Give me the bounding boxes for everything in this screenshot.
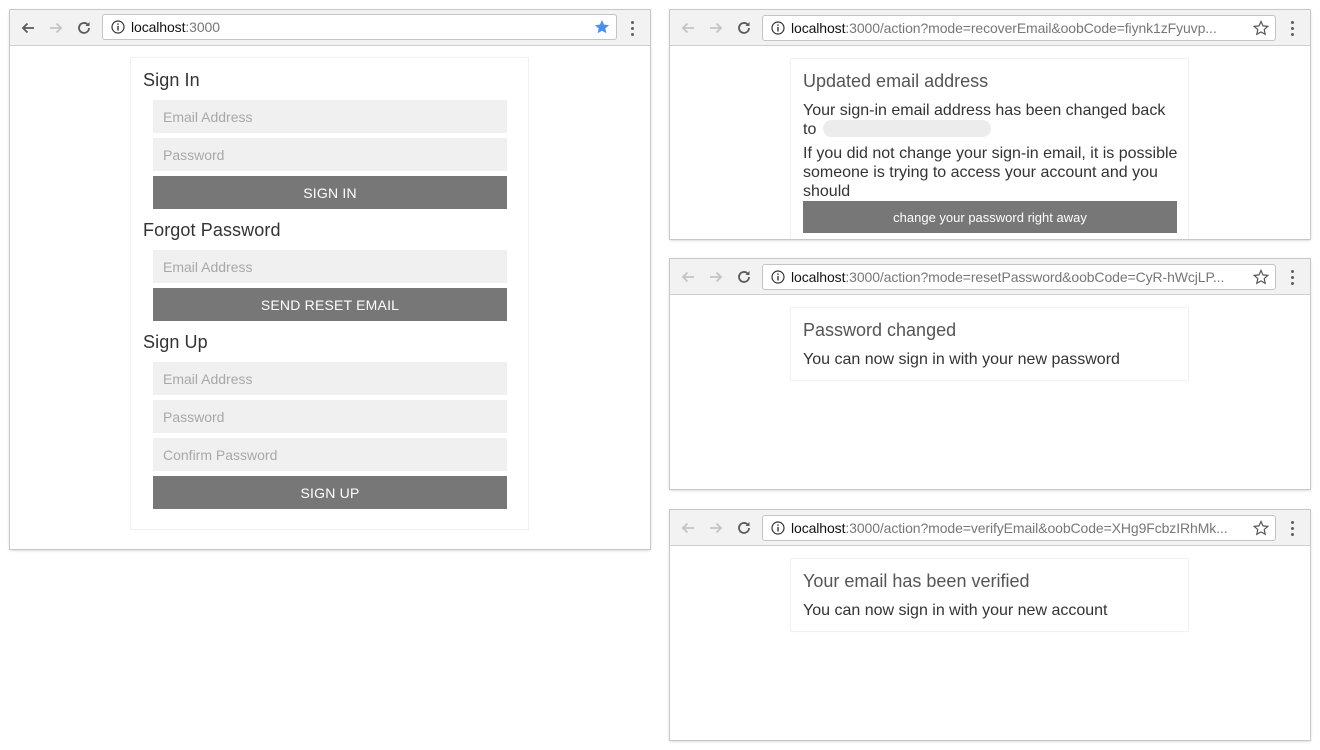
back-button[interactable] bbox=[674, 514, 702, 542]
info-icon[interactable] bbox=[771, 21, 785, 35]
url-text: localhost:3000 bbox=[131, 19, 220, 35]
message-body: You can now sign in with your new passwo… bbox=[803, 351, 1120, 368]
forward-button[interactable] bbox=[702, 14, 730, 42]
arrow-right-icon bbox=[710, 522, 723, 533]
auth-card: Sign In SIGN IN Forgot Password SEND RES… bbox=[131, 58, 528, 529]
browser-window-verify-email: localhost:3000/action?mode=verifyEmail&o… bbox=[670, 510, 1310, 740]
url-mode-highlight: mode=resetPassword bbox=[928, 269, 1063, 285]
reload-icon bbox=[738, 521, 750, 534]
forgot-password-title: Forgot Password bbox=[143, 220, 281, 240]
url-text: localhost:3000/action?mode=recoverEmail&… bbox=[791, 20, 1217, 36]
address-bar[interactable]: localhost:3000/action?mode=resetPassword… bbox=[762, 264, 1276, 290]
reload-button[interactable] bbox=[730, 514, 758, 542]
message-title: Your email has been verified bbox=[803, 571, 1030, 591]
browser-toolbar: localhost:3000 bbox=[10, 10, 650, 46]
arrow-left-icon bbox=[681, 522, 694, 533]
bookmark-star-outline-icon[interactable] bbox=[1253, 20, 1269, 36]
change-password-button[interactable]: change your password right away bbox=[803, 201, 1177, 233]
bookmark-star-outline-icon[interactable] bbox=[1253, 269, 1269, 285]
browser-menu-button[interactable] bbox=[1282, 518, 1302, 538]
signin-password-input[interactable] bbox=[153, 138, 507, 171]
arrow-right-icon bbox=[50, 22, 63, 33]
message-card: Password changed You can now sign in wit… bbox=[791, 308, 1188, 380]
message-title: Updated email address bbox=[803, 71, 989, 91]
arrow-left-icon bbox=[681, 271, 694, 282]
message-card: Your email has been verified You can now… bbox=[791, 559, 1188, 631]
signup-email-input[interactable] bbox=[153, 362, 507, 395]
reload-icon bbox=[738, 270, 750, 283]
browser-menu-button[interactable] bbox=[622, 18, 642, 38]
address-bar[interactable]: localhost:3000 bbox=[102, 14, 617, 40]
url-mode-highlight: mode=verifyEmail bbox=[928, 520, 1039, 536]
signup-password-input[interactable] bbox=[153, 400, 507, 433]
arrow-right-icon bbox=[710, 22, 723, 33]
arrow-right-icon bbox=[710, 271, 723, 282]
redacted-email bbox=[822, 120, 991, 137]
url-text: localhost:3000/action?mode=verifyEmail&o… bbox=[791, 520, 1228, 536]
signup-confirm-password-input[interactable] bbox=[153, 438, 507, 471]
reload-icon bbox=[738, 21, 750, 34]
browser-window-reset-password: localhost:3000/action?mode=resetPassword… bbox=[670, 259, 1310, 489]
browser-toolbar: localhost:3000/action?mode=resetPassword… bbox=[670, 259, 1310, 295]
browser-menu-button[interactable] bbox=[1282, 18, 1302, 38]
bookmark-star-filled-icon[interactable] bbox=[594, 19, 610, 35]
forward-button[interactable] bbox=[42, 14, 70, 42]
browser-window-main: localhost:3000 Sign In SIGN IN Forgot Pa… bbox=[10, 10, 650, 549]
browser-menu-button[interactable] bbox=[1282, 267, 1302, 287]
reload-button[interactable] bbox=[730, 263, 758, 291]
arrow-left-icon bbox=[681, 22, 694, 33]
address-bar[interactable]: localhost:3000/action?mode=verifyEmail&o… bbox=[762, 515, 1276, 541]
message-card: Updated email address Your sign-in email… bbox=[791, 59, 1188, 239]
message-body-changed-back: Your sign-in email address has been chan… bbox=[803, 102, 1166, 138]
info-icon[interactable] bbox=[771, 521, 785, 535]
back-button[interactable] bbox=[674, 263, 702, 291]
send-reset-email-button[interactable]: SEND RESET EMAIL bbox=[153, 288, 507, 321]
forward-button[interactable] bbox=[702, 514, 730, 542]
url-text: localhost:3000/action?mode=resetPassword… bbox=[791, 269, 1225, 285]
browser-toolbar: localhost:3000/action?mode=verifyEmail&o… bbox=[670, 510, 1310, 546]
signin-title: Sign In bbox=[143, 70, 200, 90]
forgot-email-input[interactable] bbox=[153, 250, 507, 283]
arrow-left-icon bbox=[21, 22, 34, 33]
address-bar[interactable]: localhost:3000/action?mode=recoverEmail&… bbox=[762, 15, 1276, 41]
browser-toolbar: localhost:3000/action?mode=recoverEmail&… bbox=[670, 10, 1310, 46]
message-title: Password changed bbox=[803, 320, 957, 340]
url-mode-highlight: mode=recoverEmail bbox=[928, 20, 1052, 36]
info-icon[interactable] bbox=[771, 270, 785, 284]
reload-button[interactable] bbox=[730, 14, 758, 42]
back-button[interactable] bbox=[674, 14, 702, 42]
signin-button[interactable]: SIGN IN bbox=[153, 176, 507, 209]
signup-button[interactable]: SIGN UP bbox=[153, 476, 507, 509]
reload-icon bbox=[78, 21, 90, 34]
bookmark-star-outline-icon[interactable] bbox=[1253, 520, 1269, 536]
info-icon[interactable] bbox=[111, 20, 125, 34]
signup-title: Sign Up bbox=[143, 332, 208, 352]
forward-button[interactable] bbox=[702, 263, 730, 291]
reload-button[interactable] bbox=[70, 14, 98, 42]
message-body-warning: If you did not change your sign-in email… bbox=[803, 145, 1178, 200]
back-button[interactable] bbox=[14, 14, 42, 42]
signin-email-input[interactable] bbox=[153, 100, 507, 133]
browser-window-recover-email: localhost:3000/action?mode=recoverEmail&… bbox=[670, 10, 1310, 239]
message-body: You can now sign in with your new accoun… bbox=[803, 602, 1108, 619]
